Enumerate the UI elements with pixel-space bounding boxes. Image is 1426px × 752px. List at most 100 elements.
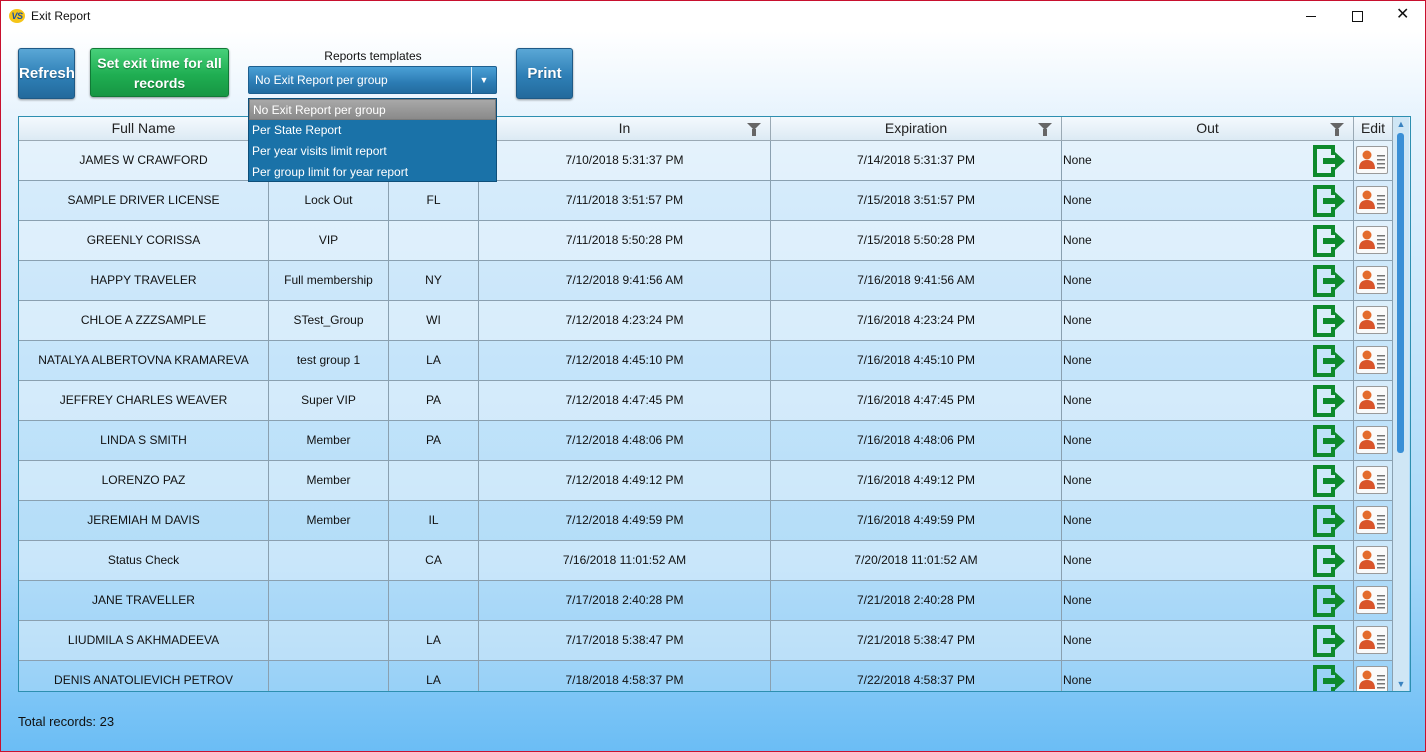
- exit-icon[interactable]: [1311, 143, 1347, 179]
- in-time-cell: 7/12/2018 4:48:06 PM: [479, 421, 771, 460]
- vertical-scrollbar[interactable]: ▲ ▼: [1393, 117, 1409, 691]
- edit-icon[interactable]: [1356, 386, 1388, 414]
- dropdown-option[interactable]: No Exit Report per group: [249, 99, 496, 120]
- column-header-out[interactable]: Out: [1062, 117, 1354, 140]
- table-row[interactable]: LINDA S SMITH Member PA 7/12/2018 4:48:06 P…: [19, 421, 1393, 461]
- table-row[interactable]: HAPPY TRAVELER Full membership NY 7/12/2018…: [19, 261, 1393, 301]
- chevron-down-icon[interactable]: ▼: [471, 67, 496, 93]
- full-name-cell: DENIS ANATOLIEVICH PETROV: [19, 661, 269, 691]
- group-cell: Member: [269, 461, 389, 500]
- filter-icon[interactable]: [1330, 123, 1344, 136]
- table-row[interactable]: JEFFREY CHARLES WEAVER Super VIP PA 7/12/20…: [19, 381, 1393, 421]
- table-row[interactable]: DENIS ANATOLIEVICH PETROV LA 7/18/2018 4:5…: [19, 661, 1393, 691]
- group-cell: VIP: [269, 221, 389, 260]
- in-time-cell: 7/12/2018 9:41:56 AM: [479, 261, 771, 300]
- edit-icon[interactable]: [1356, 546, 1388, 574]
- refresh-button[interactable]: Refresh: [18, 48, 75, 99]
- exit-icon[interactable]: [1311, 663, 1347, 691]
- exit-icon[interactable]: [1311, 343, 1347, 379]
- exit-icon[interactable]: [1311, 463, 1347, 499]
- filter-icon[interactable]: [1038, 123, 1052, 136]
- edit-icon[interactable]: [1356, 266, 1388, 294]
- exit-icon[interactable]: [1311, 183, 1347, 219]
- column-header-full-name[interactable]: Full Name: [19, 117, 269, 140]
- expiration-cell: 7/15/2018 5:50:28 PM: [771, 221, 1062, 260]
- group-cell: [269, 621, 389, 660]
- full-name-cell: LINDA S SMITH: [19, 421, 269, 460]
- edit-icon[interactable]: [1356, 306, 1388, 334]
- state-cell: IL: [389, 501, 479, 540]
- group-cell: test group 1: [269, 341, 389, 380]
- edit-icon[interactable]: [1356, 346, 1388, 374]
- set-exit-time-button[interactable]: Set exit time for all records: [90, 48, 229, 97]
- exit-icon[interactable]: [1311, 623, 1347, 659]
- group-cell: Member: [269, 501, 389, 540]
- dropdown-option[interactable]: Per year visits limit report: [249, 141, 496, 162]
- table-row[interactable]: NATALYA ALBERTOVNA KRAMAREVA test group 1…: [19, 341, 1393, 381]
- title-bar: VS Exit Report ✕: [1, 1, 1425, 31]
- table-row[interactable]: CHLOE A ZZZSAMPLE STest_Group WI 7/12/2018 …: [19, 301, 1393, 341]
- exit-icon[interactable]: [1311, 303, 1347, 339]
- column-header-edit[interactable]: Edit: [1354, 117, 1393, 140]
- state-cell: LA: [389, 661, 479, 691]
- exit-icon[interactable]: [1311, 583, 1347, 619]
- exit-icon[interactable]: [1311, 223, 1347, 259]
- column-header-in[interactable]: In: [479, 117, 771, 140]
- minimize-button[interactable]: [1288, 1, 1334, 31]
- print-button[interactable]: Print: [516, 48, 573, 99]
- in-time-cell: 7/11/2018 3:51:57 PM: [479, 181, 771, 220]
- in-time-cell: 7/12/2018 4:23:24 PM: [479, 301, 771, 340]
- edit-icon[interactable]: [1356, 586, 1388, 614]
- edit-icon[interactable]: [1356, 666, 1388, 691]
- group-cell: STest_Group: [269, 301, 389, 340]
- expiration-cell: 7/16/2018 4:49:59 PM: [771, 501, 1062, 540]
- column-header-label: Expiration: [884, 120, 948, 136]
- scroll-thumb[interactable]: [1397, 133, 1404, 453]
- dropdown-option[interactable]: Per group limit for year report: [249, 162, 496, 183]
- in-time-cell: 7/17/2018 2:40:28 PM: [479, 581, 771, 620]
- expiration-cell: 7/15/2018 3:51:57 PM: [771, 181, 1062, 220]
- table-row[interactable]: JAMES W CRAWFORD 7/10/2018 5:31:37 PM 7/14…: [19, 141, 1393, 181]
- edit-icon[interactable]: [1356, 146, 1388, 174]
- filter-icon[interactable]: [747, 123, 761, 136]
- exit-icon[interactable]: [1311, 543, 1347, 579]
- table-row[interactable]: GREENLY CORISSA VIP 7/11/2018 5:50:28 PM 7/…: [19, 221, 1393, 261]
- table-row[interactable]: LIUDMILA S AKHMADEEVA LA 7/17/2018 5:38:47…: [19, 621, 1393, 661]
- edit-icon[interactable]: [1356, 506, 1388, 534]
- dropdown-option[interactable]: Per State Report: [249, 120, 496, 141]
- edit-icon[interactable]: [1356, 186, 1388, 214]
- table-row[interactable]: JEREMIAH M DAVIS Member IL 7/12/2018 4:49:5…: [19, 501, 1393, 541]
- expiration-cell: 7/16/2018 4:49:12 PM: [771, 461, 1062, 500]
- in-time-cell: 7/11/2018 5:50:28 PM: [479, 221, 771, 260]
- in-time-cell: 7/12/2018 4:49:12 PM: [479, 461, 771, 500]
- reports-templates-select[interactable]: No Exit Report per group ▼: [248, 66, 497, 94]
- table-row[interactable]: SAMPLE DRIVER LICENSE Lock Out FL 7/11/2018…: [19, 181, 1393, 221]
- exit-icon[interactable]: [1311, 503, 1347, 539]
- maximize-button[interactable]: [1334, 1, 1380, 31]
- close-icon: ✕: [1396, 6, 1410, 23]
- exit-icon[interactable]: [1311, 383, 1347, 419]
- edit-icon[interactable]: [1356, 226, 1388, 254]
- group-cell: [269, 541, 389, 580]
- app-logo-icon: VS: [9, 9, 25, 23]
- scroll-down-icon[interactable]: ▼: [1393, 677, 1409, 691]
- expiration-cell: 7/21/2018 2:40:28 PM: [771, 581, 1062, 620]
- exit-icon[interactable]: [1311, 423, 1347, 459]
- table-row[interactable]: JANE TRAVELLER 7/17/2018 2:40:28 PM 7/21/2…: [19, 581, 1393, 621]
- expiration-cell: 7/21/2018 5:38:47 PM: [771, 621, 1062, 660]
- edit-icon[interactable]: [1356, 626, 1388, 654]
- reports-templates-dropdown: No Exit Report per group Per State Repor…: [248, 98, 497, 182]
- exit-icon[interactable]: [1311, 263, 1347, 299]
- full-name-cell: JAMES W CRAWFORD: [19, 141, 269, 180]
- edit-icon[interactable]: [1356, 466, 1388, 494]
- column-header-expiration[interactable]: Expiration: [771, 117, 1062, 140]
- expiration-cell: 7/20/2018 11:01:52 AM: [771, 541, 1062, 580]
- table-row[interactable]: LORENZO PAZ Member 7/12/2018 4:49:12 PM 7/1…: [19, 461, 1393, 501]
- scroll-up-icon[interactable]: ▲: [1393, 117, 1409, 131]
- close-button[interactable]: ✕: [1380, 1, 1425, 31]
- full-name-cell: JEFFREY CHARLES WEAVER: [19, 381, 269, 420]
- table-row[interactable]: Status Check CA 7/16/2018 11:01:52 AM 7/20/…: [19, 541, 1393, 581]
- full-name-cell: LIUDMILA S AKHMADEEVA: [19, 621, 269, 660]
- edit-icon[interactable]: [1356, 426, 1388, 454]
- state-cell: WI: [389, 301, 479, 340]
